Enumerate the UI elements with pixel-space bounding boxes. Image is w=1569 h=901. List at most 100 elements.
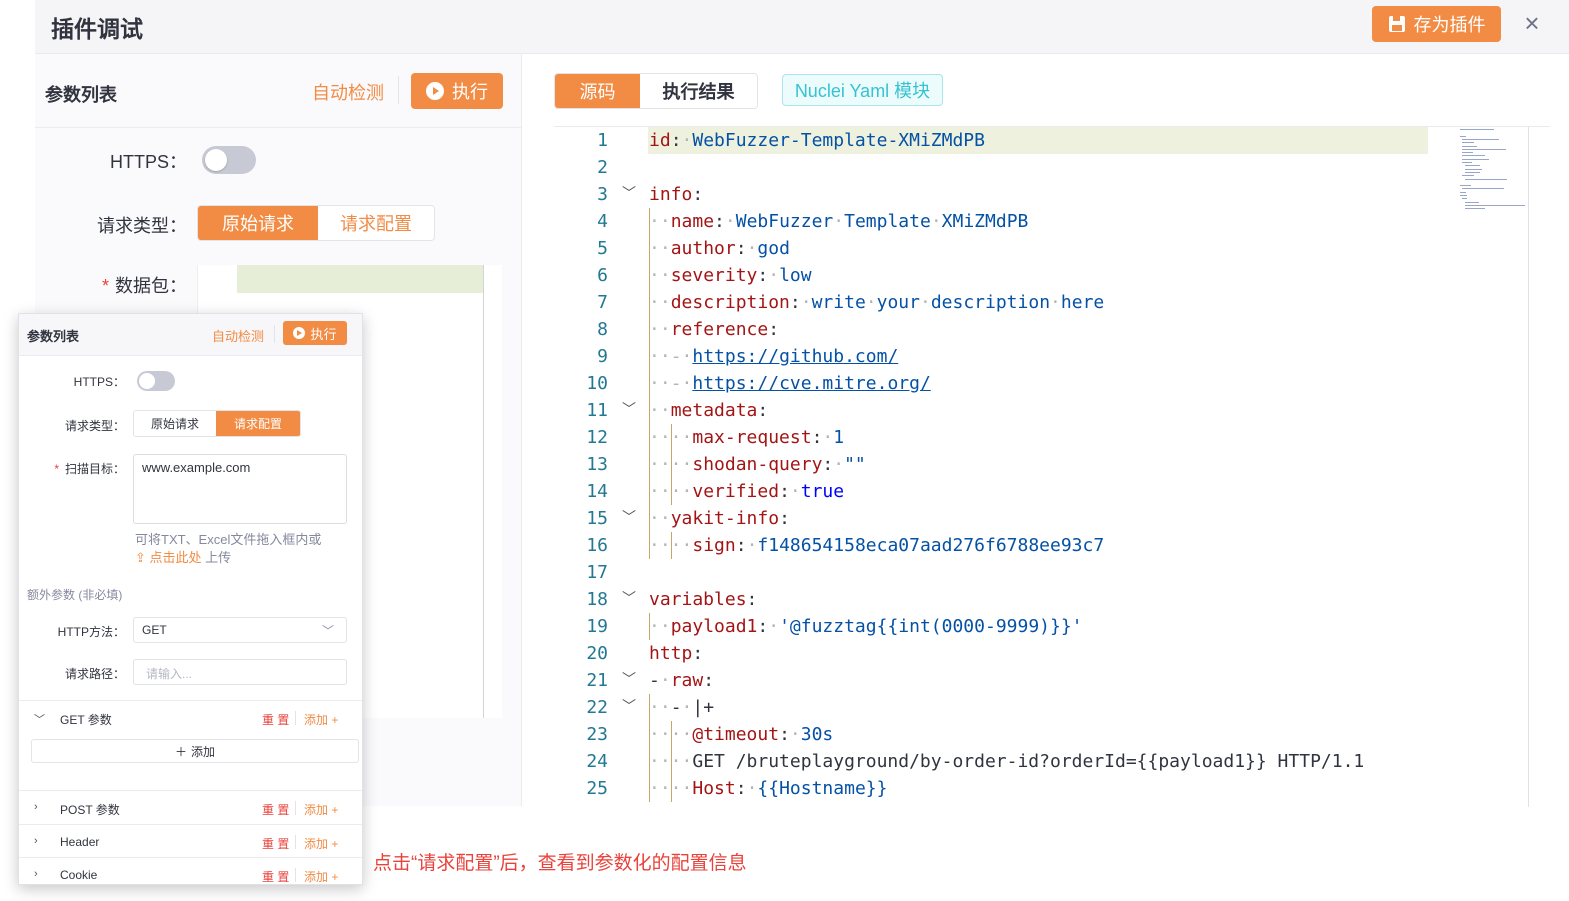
extra-params-section-title: 额外参数 (非必填) xyxy=(27,588,123,602)
close-icon[interactable]: × xyxy=(1519,10,1545,36)
code-line: 2 xyxy=(554,154,1434,181)
chevron-right-icon[interactable]: › xyxy=(34,868,38,880)
segment-raw-request[interactable]: 原始请求 xyxy=(134,411,216,436)
auto-detect-link[interactable]: 自动检测 xyxy=(312,79,384,105)
code-line: 16 ····sign:·f148654158eca07aad276f6788ee… xyxy=(554,532,1434,559)
reset-link[interactable]: 重 置 xyxy=(262,835,289,852)
code-line: 10 ··-·https://cve.mitre.org/ xyxy=(554,370,1434,397)
indent-guide xyxy=(649,235,650,262)
minimap-line xyxy=(1462,138,1499,140)
code-line: 20 http: xyxy=(554,640,1434,667)
overlay-https-toggle[interactable] xyxy=(137,371,175,391)
fold-chevron-icon[interactable]: ﹀ xyxy=(622,667,636,694)
chevron-right-icon[interactable]: › xyxy=(34,835,38,847)
reset-link[interactable]: 重 置 xyxy=(262,868,289,884)
stage: 插件调试 存为插件 × 参数列表 自动检测 执行 HTTPS： 请求类型： 原始… xyxy=(0,0,1569,901)
code-text: ··yakit-info: xyxy=(649,508,790,529)
line-number: 24 xyxy=(586,751,608,772)
code-line: 7 ··description:·write·your·description·h… xyxy=(554,289,1434,316)
save-as-plugin-button[interactable]: 存为插件 xyxy=(1372,6,1501,42)
code-line: 15 ﹀ ··yakit-info: xyxy=(554,505,1434,532)
header-params-group[interactable]: › Header 重 置 添加 + xyxy=(19,827,362,857)
reset-link[interactable]: 重 置 xyxy=(262,711,289,728)
add-link[interactable]: 添加 + xyxy=(304,801,338,818)
upload-word: 上传 xyxy=(205,550,232,565)
code-line: 23 ····@timeout:·30s xyxy=(554,721,1434,748)
code-line: 14 ····verified:·true xyxy=(554,478,1434,505)
add-get-param-button[interactable]: ＋ 添加 xyxy=(31,739,359,763)
overlay-auto-detect-link[interactable]: 自动检测 xyxy=(212,326,264,345)
code-line: 5 ··author:·god xyxy=(554,235,1434,262)
code-text: ··payload1:·'@fuzztag{{int(0000-9999)}}' xyxy=(649,616,1083,637)
request-path-label: 请求路径： xyxy=(64,667,125,681)
request-path-input[interactable]: 请输入... xyxy=(133,659,347,685)
chevron-down-icon[interactable]: ﹀ xyxy=(34,711,45,727)
minimap-line xyxy=(1464,201,1480,203)
minimap-line xyxy=(1460,135,1466,137)
fold-chevron-icon[interactable]: ﹀ xyxy=(622,505,636,532)
code-line: 24 ····GET /bruteplayground/by-order-id?o… xyxy=(554,748,1434,775)
fold-chevron-icon[interactable]: ﹀ xyxy=(622,694,636,721)
group-name: POST 参数 xyxy=(60,803,120,817)
request-type-label: 请求类型： xyxy=(97,216,187,236)
segment-request-config[interactable]: 请求配置 xyxy=(318,206,434,240)
cookie-params-group[interactable]: › Cookie 重 置 添加 + xyxy=(19,860,362,884)
line-number: 10 xyxy=(586,373,608,394)
minimap[interactable] xyxy=(1460,127,1528,217)
scan-target-textarea[interactable]: www.example.com xyxy=(133,454,347,524)
indent-guide xyxy=(671,532,672,559)
minimap-line xyxy=(1464,165,1481,167)
code-line: 22 ﹀ ··-·|+ xyxy=(554,694,1434,721)
post-params-group[interactable]: › POST 参数 重 置 添加 + xyxy=(19,793,362,823)
fold-chevron-icon[interactable]: ﹀ xyxy=(622,181,636,208)
http-method-select[interactable]: GET ﹀ xyxy=(133,617,347,643)
indent-guide xyxy=(649,316,650,343)
fold-chevron-icon[interactable]: ﹀ xyxy=(622,397,636,424)
indent-guide xyxy=(649,721,650,748)
get-params-group[interactable]: ﹀ GET 参数 重 置 添加 + xyxy=(19,703,362,733)
editor-scrollbar[interactable] xyxy=(1528,127,1529,807)
group-name: GET 参数 xyxy=(60,713,112,727)
add-link[interactable]: 添加 + xyxy=(304,711,338,728)
line-number: 14 xyxy=(586,481,608,502)
upload-icon[interactable]: ⇪ xyxy=(135,550,146,565)
chevron-right-icon[interactable]: › xyxy=(34,801,38,813)
fold-chevron-icon[interactable]: ﹀ xyxy=(622,586,636,613)
minimap-line xyxy=(1460,129,1495,130)
overlay-execute-button[interactable]: 执行 xyxy=(283,321,347,345)
group-name: Header xyxy=(60,835,100,849)
minimap-line xyxy=(1462,175,1475,177)
editor-scrollbar[interactable] xyxy=(483,265,484,718)
code-text: ··name:·WebFuzzer·Template·XMiZMdPB xyxy=(649,211,1029,232)
tab-exec-result[interactable]: 执行结果 xyxy=(640,74,757,108)
line-number: 20 xyxy=(586,643,608,664)
reset-link[interactable]: 重 置 xyxy=(262,801,289,818)
click-here-upload-link[interactable]: 点击此处 xyxy=(150,550,202,565)
code-text: ··-·https://cve.mitre.org/ xyxy=(649,373,931,394)
indent-guide xyxy=(649,208,650,235)
code-editor[interactable]: 1 id:·WebFuzzer-Template-XMiZMdPB 2 3 ﹀ info:… xyxy=(554,126,1550,807)
segment-request-config[interactable]: 请求配置 xyxy=(216,411,300,436)
scan-target-label: * 扫描目标： xyxy=(54,462,125,476)
execute-button[interactable]: 执行 xyxy=(411,73,503,109)
segment-raw-request[interactable]: 原始请求 xyxy=(198,206,318,240)
minimap-line xyxy=(1462,142,1475,144)
indent-guide xyxy=(649,694,650,721)
line-number: 9 xyxy=(597,346,608,367)
minimap-line xyxy=(1462,162,1473,163)
add-link[interactable]: 添加 + xyxy=(304,835,338,852)
line-number: 12 xyxy=(586,427,608,448)
indent-guide xyxy=(649,613,650,640)
code-text: ··-·https://github.com/ xyxy=(649,346,899,367)
overlay-execute-label: 执行 xyxy=(310,326,337,342)
indent-guide xyxy=(649,451,650,478)
tab-source[interactable]: 源码 xyxy=(555,74,640,108)
indent-guide xyxy=(649,370,650,397)
save-icon xyxy=(1388,16,1405,32)
modal-title: 插件调试 xyxy=(51,16,143,42)
line-number: 18 xyxy=(586,589,608,610)
add-link[interactable]: 添加 + xyxy=(304,868,338,884)
https-toggle[interactable] xyxy=(202,146,256,174)
divider xyxy=(19,824,362,825)
divider xyxy=(19,700,362,701)
